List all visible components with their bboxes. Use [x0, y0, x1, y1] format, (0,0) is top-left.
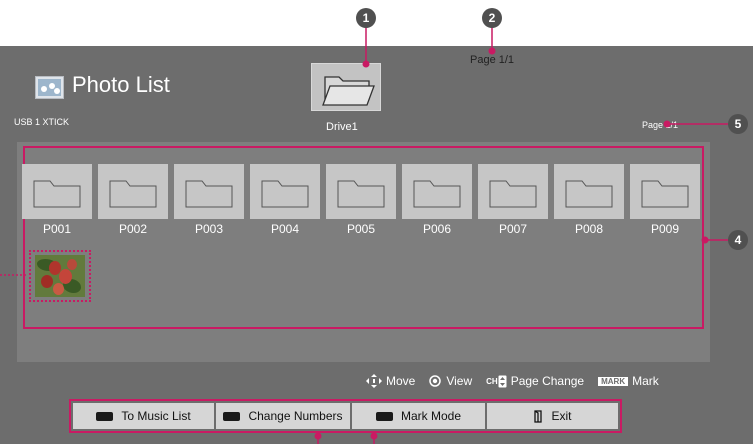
- callout-4: 4: [728, 230, 748, 250]
- callout-2: 2: [482, 8, 502, 28]
- callout-1: 1: [356, 8, 376, 28]
- callout-5: 5: [728, 114, 748, 134]
- callout-lines: [0, 27, 728, 444]
